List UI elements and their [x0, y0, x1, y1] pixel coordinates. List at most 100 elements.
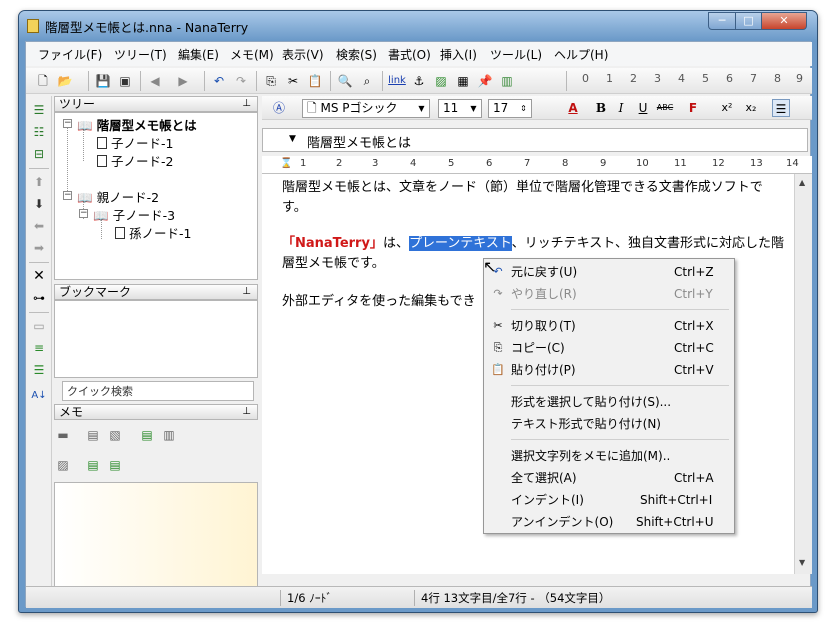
menu-tools[interactable]: ツール(L) [490, 46, 542, 63]
menu-edit[interactable]: 編集(E) [178, 46, 219, 63]
tree-node[interactable]: 📖 子ノード-3 [93, 205, 175, 224]
underline-button[interactable]: U [634, 99, 652, 117]
tree-node[interactable]: 子ノード-1 [97, 133, 173, 152]
menu-redo[interactable]: ↷ やり直し(R) Ctrl+Y [484, 283, 734, 305]
move-up-icon[interactable]: ⬆ [30, 174, 48, 190]
menu-paste-text[interactable]: テキスト形式で貼り付け(N) [484, 413, 734, 435]
move-right-icon[interactable]: ➡ [30, 240, 48, 256]
menu-paste[interactable]: 📋 貼り付け(P) Ctrl+V [484, 359, 734, 381]
expand-toggle[interactable]: − [63, 119, 72, 128]
new-icon[interactable]: 🗋 [34, 72, 52, 90]
chart-icon[interactable]: ▥ [498, 72, 516, 90]
maximize-button[interactable]: □ [735, 12, 762, 30]
copy-icon[interactable]: ⎘ [262, 72, 280, 90]
vertical-scrollbar[interactable]: ▲ ▼ [794, 174, 812, 574]
jump-8[interactable]: 8 [774, 72, 781, 85]
menu-tree[interactable]: ツリー(T) [114, 46, 167, 63]
font-select[interactable]: 🗋 MS Pゴシック ▼ [302, 99, 430, 118]
tree-view[interactable]: − 📖 階層型メモ帳とは 子ノード-1 子ノード-2 − 📖 親ノード-2 − … [54, 112, 258, 280]
jump-0[interactable]: 0 [582, 72, 589, 85]
menu-select-all[interactable]: 全て選択(A) Ctrl+A [484, 467, 734, 489]
expand-toggle[interactable]: − [63, 191, 72, 200]
tree-node-root[interactable]: 📖 階層型メモ帳とは [77, 115, 197, 134]
pin-icon[interactable]: ⊥ [242, 405, 251, 419]
memo-view-icon[interactable]: ▨ [54, 456, 72, 474]
font-effect-icon[interactable]: F [684, 99, 702, 117]
superscript-button[interactable]: x² [718, 99, 736, 117]
expand-icon[interactable]: ≡ [30, 340, 48, 356]
move-left-icon[interactable]: ⬅ [30, 218, 48, 234]
delete-icon[interactable]: ✕ [30, 268, 48, 284]
back-icon[interactable]: ◀ [146, 72, 164, 90]
scroll-up-icon[interactable]: ▲ [799, 178, 805, 187]
pin-icon[interactable]: ⊥ [242, 97, 251, 111]
menu-search[interactable]: 検索(S) [336, 46, 377, 63]
jump-2[interactable]: 2 [630, 72, 637, 85]
menu-indent[interactable]: インデント(I) Shift+Ctrl+I [484, 489, 734, 511]
menu-cut[interactable]: ✂ 切り取り(T) Ctrl+X [484, 315, 734, 337]
save-icon[interactable]: 💾 [94, 72, 112, 90]
chevron-down-icon[interactable]: ▼ [289, 134, 296, 144]
memo-delete-icon[interactable]: ▬ [54, 426, 72, 444]
ruler[interactable]: ⌛ 1 2 3 4 5 6 7 8 9 10 11 12 13 14 [262, 156, 812, 174]
tree-node[interactable]: 孫ノード-1 [115, 223, 191, 242]
node-title-field[interactable]: ▼ 階層型メモ帳とは [262, 128, 808, 152]
jump-3[interactable]: 3 [654, 72, 661, 85]
add-sibling-icon[interactable]: ⊟ [30, 146, 48, 162]
bold-button[interactable]: B [592, 99, 610, 117]
menu-paste-special[interactable]: 形式を選択して貼り付け(S)... [484, 391, 734, 413]
forward-icon[interactable]: ▶ [174, 72, 192, 90]
saveall-icon[interactable]: ▣ [116, 72, 134, 90]
list-icon[interactable]: ☰ [30, 362, 48, 378]
findnext-icon[interactable]: ⌕ [358, 72, 376, 90]
collapse-icon[interactable]: ▭ [30, 318, 48, 334]
find-icon[interactable]: 🔍 [336, 72, 354, 90]
close-button[interactable]: ✕ [761, 12, 807, 30]
menu-copy[interactable]: ⎘ コピー(C) Ctrl+C [484, 337, 734, 359]
memo-edit-icon[interactable]: ▧ [106, 426, 124, 444]
tree-node[interactable]: 子ノード-2 [97, 151, 173, 170]
menu-file[interactable]: ファイル(F) [38, 46, 102, 63]
memo-new-icon[interactable]: ▤ [84, 426, 102, 444]
link-icon[interactable]: link [388, 72, 406, 90]
menu-add-to-memo[interactable]: 選択文字列をメモに追加(M).. [484, 445, 734, 467]
undo-icon[interactable]: ↶ [210, 72, 228, 90]
menu-unindent[interactable]: アンインデント(O) Shift+Ctrl+U [484, 511, 734, 533]
font-size-select[interactable]: 11 ▼ [438, 99, 482, 118]
indent-marker[interactable]: ⌛ [280, 158, 292, 169]
table-icon[interactable]: ▦ [454, 72, 472, 90]
memo-add-icon[interactable]: ▤ [138, 426, 156, 444]
quick-search-input[interactable] [62, 381, 254, 401]
memo-export-icon[interactable]: ▤ [106, 456, 124, 474]
menu-memo[interactable]: メモ(M) [230, 46, 274, 63]
line-height-stepper[interactable]: 17 ⇕ [488, 99, 532, 118]
jump-6[interactable]: 6 [726, 72, 733, 85]
menu-format[interactable]: 書式(O) [388, 46, 431, 63]
menu-undo[interactable]: ↶ 元に戻す(U) Ctrl+Z [484, 261, 734, 283]
pin-icon[interactable]: 📌 [476, 72, 494, 90]
cut-icon[interactable]: ✂ [284, 72, 302, 90]
jump-9[interactable]: 9 [796, 72, 803, 85]
jump-7[interactable]: 7 [750, 72, 757, 85]
jump-4[interactable]: 4 [678, 72, 685, 85]
menu-help[interactable]: ヘルプ(H) [554, 46, 608, 63]
bookmark-list[interactable] [54, 300, 258, 378]
italic-button[interactable]: I [612, 99, 630, 117]
paste-icon[interactable]: 📋 [306, 72, 324, 90]
menu-insert[interactable]: 挿入(I) [440, 46, 477, 63]
tree-node[interactable]: 📖 親ノード-2 [77, 187, 159, 206]
subscript-button[interactable]: x₂ [742, 99, 760, 117]
memo-copy-icon[interactable]: ▥ [160, 426, 178, 444]
title-bar[interactable]: 階層型メモ帳とは.nna - NanaTerry ─ □ ✕ [19, 11, 817, 41]
anchor-icon[interactable]: ⚓ [410, 72, 428, 90]
expand-toggle[interactable]: − [79, 209, 88, 218]
move-down-icon[interactable]: ⬇ [30, 196, 48, 212]
image-icon[interactable]: ▨ [432, 72, 450, 90]
font-color-icon[interactable]: A [564, 99, 582, 117]
scroll-down-icon[interactable]: ▼ [799, 558, 805, 567]
align-icon[interactable]: ☰ [772, 99, 790, 117]
add-node-icon[interactable]: ☰ [30, 102, 48, 118]
jump-5[interactable]: 5 [702, 72, 709, 85]
sort-icon[interactable]: A↓ [30, 388, 48, 404]
jump-1[interactable]: 1 [606, 72, 613, 85]
